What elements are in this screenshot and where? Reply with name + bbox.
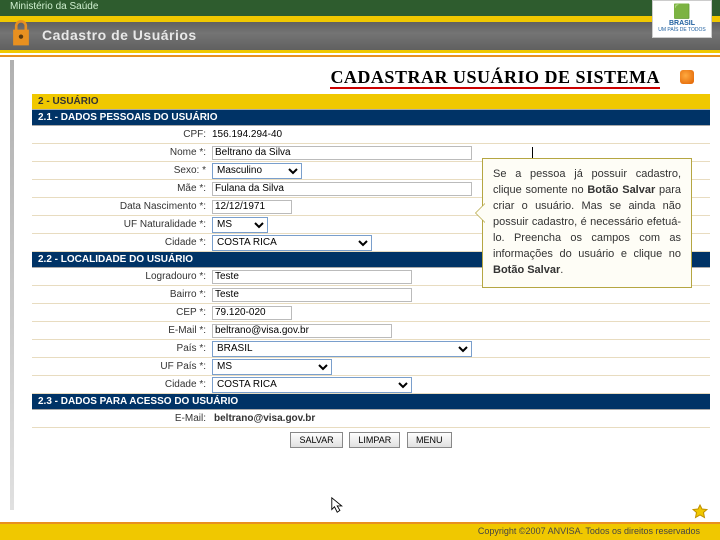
- help-callout: Se a pessoa já possuir cadastro, clique …: [482, 158, 692, 288]
- limpar-button[interactable]: LIMPAR: [349, 432, 400, 448]
- nome-label: Nome *:: [32, 147, 212, 158]
- salvar-button[interactable]: SALVAR: [290, 432, 342, 448]
- uf-pais-label: UF País *:: [32, 361, 212, 372]
- cep-input[interactable]: [212, 306, 292, 320]
- cursor-pointer-icon: [330, 496, 348, 514]
- cpf-label: CPF:: [32, 129, 212, 140]
- logradouro-input[interactable]: [212, 270, 412, 284]
- pais-label: País *:: [32, 343, 212, 354]
- footer: Copyright ©2007 ANVISA. Todos os direito…: [0, 524, 720, 540]
- cidade-loc-select[interactable]: COSTA RICA: [212, 377, 412, 393]
- sexo-label: Sexo: *: [32, 165, 212, 176]
- lock-icon: [10, 20, 32, 48]
- page-title: CADASTRAR USUÁRIO DE SISTEMA: [0, 57, 720, 94]
- uf-pais-select[interactable]: MS: [212, 359, 332, 375]
- sexo-select[interactable]: Masculino: [212, 163, 302, 179]
- section-2-3-header: 2.3 - DADOS PARA ACESSO DO USUÁRIO: [32, 394, 710, 410]
- nome-input[interactable]: [212, 146, 472, 160]
- cidade-nat-label: Cidade *:: [32, 237, 212, 248]
- button-row: SALVAR LIMPAR MENU: [32, 428, 710, 452]
- email-label: E-Mail *:: [32, 325, 212, 336]
- datanasc-input[interactable]: [212, 200, 292, 214]
- mae-input[interactable]: [212, 182, 472, 196]
- app-header: Cadastro de Usuários: [0, 22, 720, 50]
- cidade-loc-label: Cidade *:: [32, 379, 212, 390]
- logradouro-label: Logradouro *:: [32, 271, 212, 282]
- star-icon: [692, 504, 708, 520]
- pais-select[interactable]: BRASIL: [212, 341, 472, 357]
- email-access-value: beltrano@visa.gov.br: [212, 413, 315, 424]
- cep-label: CEP *:: [32, 307, 212, 318]
- org-bar: Ministério da Saúde: [0, 0, 720, 16]
- cidade-nat-select[interactable]: COSTA RICA: [212, 235, 372, 251]
- mae-label: Mãe *:: [32, 183, 212, 194]
- section-2-1-header: 2.1 - DADOS PESSOAIS DO USUÁRIO: [32, 110, 710, 126]
- cpf-value: 156.194.294-40: [212, 129, 282, 140]
- datanasc-label: Data Nascimento *:: [32, 201, 212, 212]
- brasil-logo: 🟩 BRASIL UM PAÍS DE TODOS: [652, 0, 712, 38]
- menu-button[interactable]: MENU: [407, 432, 452, 448]
- uf-nat-select[interactable]: MS: [212, 217, 268, 233]
- email-access-label: E-Mail:: [32, 413, 212, 424]
- bairro-input[interactable]: [212, 288, 412, 302]
- section-2-header: 2 - USUÁRIO: [32, 94, 710, 110]
- orange-indicator-icon: [680, 70, 694, 84]
- uf-nat-label: UF Naturalidade *:: [32, 219, 212, 230]
- bairro-label: Bairro *:: [32, 289, 212, 300]
- email-input[interactable]: [212, 324, 392, 338]
